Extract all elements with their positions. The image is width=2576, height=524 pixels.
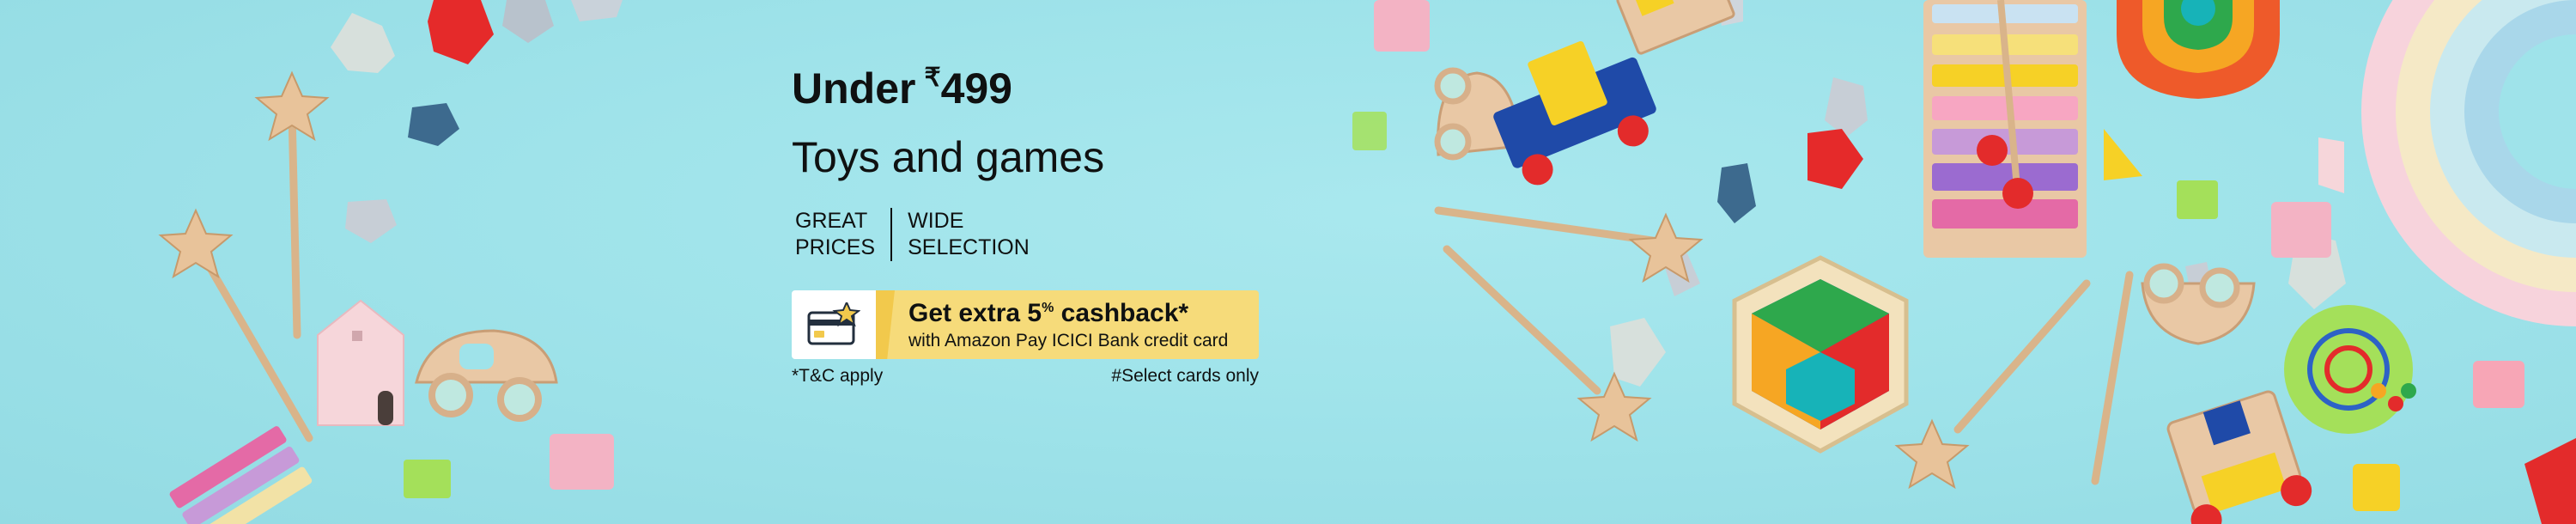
wooden-block-icon: [404, 460, 451, 498]
star-wand-icon: [1434, 206, 1704, 283]
gem-stone-icon: [2318, 137, 2344, 193]
footnotes: *T&C apply #Select cards only: [792, 366, 1259, 387]
star-wand-icon: [158, 208, 313, 442]
wooden-block-icon: [2524, 438, 2576, 524]
feature-line: GREAT: [795, 209, 868, 233]
bead-maze-icon: [2284, 305, 2416, 434]
offer-text: Get extra 5% cashback* with Amazon Pay I…: [876, 290, 1259, 359]
price-value: 499: [940, 64, 1012, 113]
category-title: Toys and games: [792, 133, 1105, 181]
gem-stone-icon: [428, 0, 494, 64]
right-toys-decoration: [1352, 0, 2576, 524]
gem-stone-icon: [1807, 129, 1863, 189]
offer-title-prefix: Get extra 5: [908, 299, 1042, 327]
wooden-block-icon: [2177, 180, 2218, 219]
cashback-offer-badge[interactable]: Get extra 5% cashback* with Amazon Pay I…: [792, 290, 1259, 359]
price-headline: Under ₹499: [792, 64, 1273, 113]
terms-footnote: *T&C apply: [792, 366, 884, 386]
wooden-block-icon: [2271, 202, 2331, 258]
wooden-block-icon: [1352, 112, 1387, 150]
hexagon-puzzle-icon: [1732, 255, 1909, 454]
star-wand-icon: [2091, 271, 2134, 485]
gem-stone-icon: [1717, 163, 1756, 223]
wooden-block-icon: [2353, 464, 2400, 511]
toy-train-icon: [1493, 0, 1735, 186]
feature-line: PRICES: [795, 235, 876, 259]
offer-subtitle: with Amazon Pay ICICI Bank credit card: [908, 331, 1229, 350]
feature-list: GREAT PRICES WIDE SELECTION: [792, 208, 1273, 261]
promo-copy: Under ₹499 Toys and games GREAT PRICES WI…: [792, 60, 1273, 387]
wooden-block-icon: [1374, 0, 1430, 52]
hero-banner[interactable]: Under ₹499 Toys and games GREAT PRICES WI…: [0, 0, 2576, 524]
toy-car-icon: [415, 329, 558, 422]
wooden-block-icon: [2104, 129, 2142, 180]
feature-wide-selection: WIDE SELECTION: [890, 208, 1045, 261]
offer-icon-box: [792, 290, 876, 359]
xylophone-icon: [1923, 0, 2087, 258]
star-wand-icon: [1894, 279, 2091, 490]
gem-stone-icon: [571, 0, 623, 21]
wooden-block-icon: [2473, 361, 2524, 408]
rainbow-stacker-icon: [2117, 0, 2280, 99]
feature-line: SELECTION: [908, 235, 1030, 259]
rainbow-stacker-icon: [2361, 0, 2576, 326]
gem-stone-icon: [1610, 318, 1666, 387]
toy-house-icon: [317, 299, 404, 426]
gem-stone-icon: [502, 0, 554, 43]
xylophone-icon: [169, 426, 313, 524]
feature-line: WIDE: [908, 209, 964, 233]
toy-train-icon: [2166, 390, 2312, 524]
offer-title: Get extra 5% cashback*: [908, 299, 1259, 327]
gem-stone-icon: [408, 103, 459, 146]
gem-stone-icon: [331, 13, 395, 73]
offer-title-percent: %: [1042, 301, 1054, 315]
feature-great-prices: GREAT PRICES: [792, 208, 890, 261]
gem-stone-icon: [1825, 77, 1868, 137]
offer-title-suffix: cashback*: [1054, 299, 1189, 327]
price-prefix: Under: [792, 64, 916, 113]
credit-card-star-icon: [807, 302, 860, 345]
star-wand-icon: [254, 70, 330, 339]
gem-stone-icon: [345, 199, 397, 243]
wooden-block-icon: [550, 434, 614, 490]
rupee-symbol: ₹: [924, 64, 941, 92]
left-toys-decoration: [158, 0, 623, 524]
select-cards-footnote: #Select cards only: [1111, 366, 1259, 386]
